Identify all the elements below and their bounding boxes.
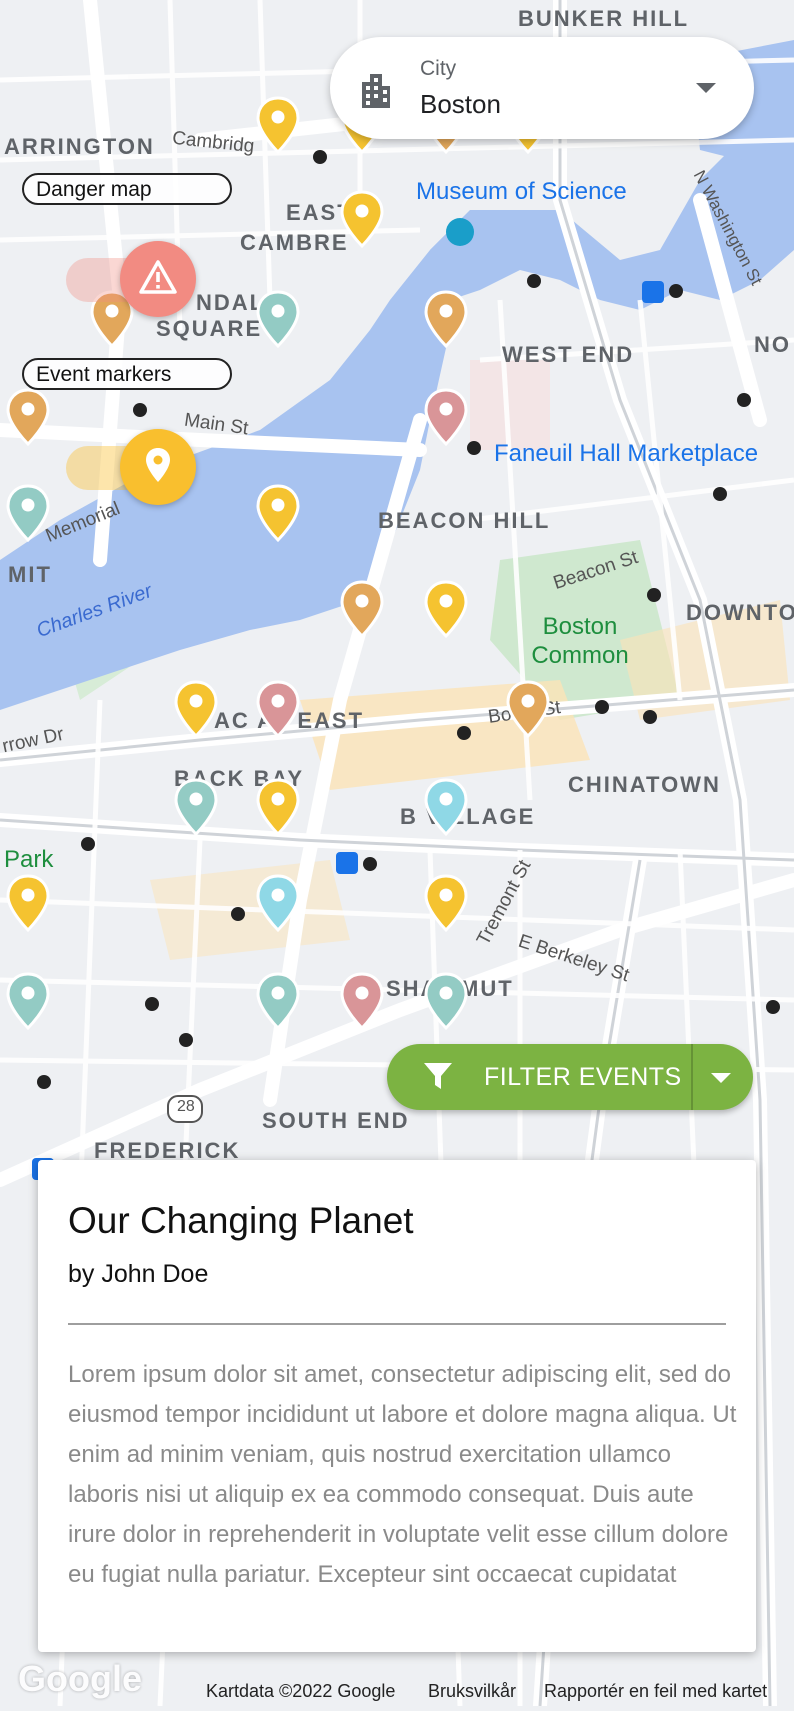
- event-marker-pin-icon[interactable]: [255, 290, 301, 348]
- terms-link[interactable]: Bruksvilkår: [428, 1676, 516, 1706]
- map-label-route-28: 28: [177, 1098, 195, 1115]
- event-marker-pin-icon[interactable]: [5, 972, 51, 1030]
- map-label-square: SQUARE: [156, 316, 263, 341]
- event-card[interactable]: Our Changing Planet by John Doe Lorem ip…: [38, 1160, 756, 1652]
- map-label-park: Park: [4, 846, 54, 873]
- event-markers-toggle[interactable]: [66, 429, 200, 505]
- event-marker-pin-icon[interactable]: [339, 190, 385, 248]
- event-marker-pin-icon[interactable]: [423, 778, 469, 836]
- event-marker-pin-icon[interactable]: [505, 680, 551, 738]
- map-label-no: NO: [754, 332, 791, 357]
- filter-icon: [423, 1061, 453, 1096]
- map-label-mit: MIT: [8, 562, 52, 587]
- event-description: Lorem ipsum dolor sit amet, consectetur …: [68, 1361, 737, 1588]
- google-logo: Google: [18, 1658, 142, 1699]
- map-data-attribution: Kartdata ©2022 Google: [206, 1681, 396, 1701]
- card-divider: [68, 1323, 726, 1325]
- city-select[interactable]: City Boston: [330, 37, 754, 139]
- city-select-caption: City: [420, 57, 457, 80]
- map-label-arrington: ARRINGTON: [4, 134, 155, 159]
- map-label-faneuil: Faneuil Hall Marketplace: [494, 440, 759, 467]
- event-marker-pin-icon[interactable]: [5, 484, 51, 542]
- map-label-boston-common: Boston Common: [531, 613, 629, 669]
- event-marker-pin-icon[interactable]: [173, 680, 219, 738]
- event-marker-pin-icon[interactable]: [423, 874, 469, 932]
- danger-map-toggle-knob[interactable]: [120, 241, 196, 317]
- filter-divider: [691, 1044, 693, 1110]
- event-marker-pin-icon[interactable]: [423, 580, 469, 638]
- event-markers-toggle-knob[interactable]: [120, 429, 196, 505]
- event-markers-label: Event markers: [22, 358, 232, 390]
- map-label-west-end: WEST END: [502, 342, 635, 367]
- event-marker-pin-icon[interactable]: [173, 778, 219, 836]
- event-marker-pin-icon[interactable]: [255, 484, 301, 542]
- report-error-link[interactable]: Rapportér en feil med kartet: [544, 1676, 767, 1706]
- danger-map-toggle[interactable]: [66, 241, 200, 317]
- map-label-south-end: SOUTH END: [262, 1108, 410, 1133]
- filter-events-label: FILTER EVENTS: [484, 1063, 682, 1091]
- event-marker-pin-icon[interactable]: [255, 874, 301, 932]
- map-label-beacon-hill: BEACON HILL: [378, 508, 551, 533]
- map-pin-icon: [145, 447, 171, 488]
- city-buildings-icon: [358, 68, 394, 108]
- event-marker-pin-icon[interactable]: [5, 388, 51, 446]
- event-marker-pin-icon[interactable]: [423, 388, 469, 446]
- event-marker-pin-icon[interactable]: [255, 972, 301, 1030]
- chevron-down-icon: [696, 83, 716, 93]
- city-select-value: Boston: [420, 89, 501, 119]
- event-marker-pin-icon[interactable]: [423, 972, 469, 1030]
- warning-icon: [138, 259, 178, 300]
- event-marker-pin-icon[interactable]: [339, 580, 385, 638]
- map-label-museum: Museum of Science: [416, 178, 627, 205]
- map-label-bunker-hill: BUNKER HILL: [518, 6, 690, 31]
- filter-events-button[interactable]: FILTER EVENTS: [387, 1044, 753, 1110]
- filter-dropdown-chevron-down-icon[interactable]: [711, 1073, 731, 1083]
- event-marker-pin-icon[interactable]: [255, 778, 301, 836]
- event-marker-pin-icon[interactable]: [5, 874, 51, 932]
- event-marker-pin-icon[interactable]: [423, 290, 469, 348]
- event-marker-pin-icon[interactable]: [255, 96, 301, 154]
- event-title: Our Changing Planet: [68, 1200, 414, 1241]
- map-label-cambre: CAMBRE: [240, 230, 349, 255]
- map-label-chinatown: CHINATOWN: [568, 772, 721, 797]
- map-label-downtown: DOWNTO: [686, 600, 794, 625]
- event-marker-pin-icon[interactable]: [255, 680, 301, 738]
- event-marker-pin-icon[interactable]: [339, 972, 385, 1030]
- danger-map-label: Danger map: [22, 173, 232, 205]
- event-author: by John Doe: [68, 1260, 209, 1288]
